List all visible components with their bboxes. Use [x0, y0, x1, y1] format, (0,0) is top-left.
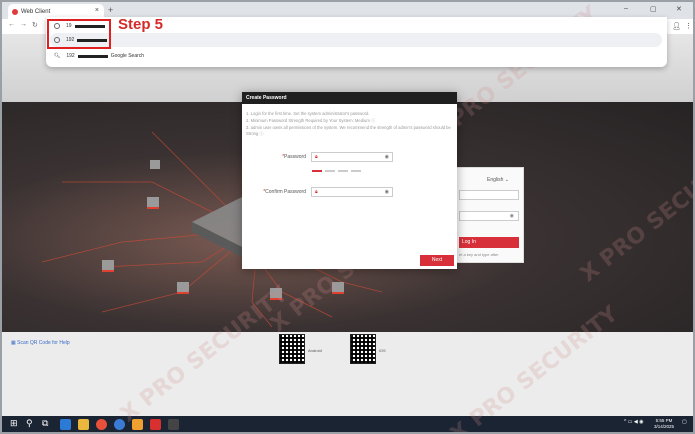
show-password-icon[interactable]: ◉	[385, 154, 389, 160]
language-select[interactable]: English ⌄	[487, 177, 509, 183]
reload-icon[interactable]: ↻	[32, 21, 38, 29]
forward-icon[interactable]: →	[20, 21, 27, 28]
menu-icon[interactable]: ⋮	[685, 22, 692, 30]
dialog-instruction-1: 1. Login for the first time. Set the sys…	[246, 111, 370, 116]
qr-code-android	[279, 334, 305, 364]
minimize-icon[interactable]: –	[624, 5, 628, 12]
login-password-field[interactable]: ◉	[459, 211, 519, 221]
create-password-dialog: Create Password 1. Login for the first t…	[242, 92, 457, 269]
qr-help-link[interactable]: ▦ Scan QR Code for Help	[11, 340, 70, 346]
confirm-password-label: *Confirm Password	[263, 189, 306, 195]
windows-start-icon[interactable]: ⊞	[10, 418, 18, 429]
site-favicon-icon	[12, 8, 18, 15]
back-icon[interactable]: ←	[8, 21, 15, 28]
qr-code-ios	[350, 334, 376, 364]
show-password-icon[interactable]: ◉	[510, 213, 514, 219]
lock-icon: 🔒︎	[315, 154, 318, 160]
highlight-box	[47, 19, 111, 49]
taskbar: ⊞ ⚲ ⧉ ^ ▭ ◀ ◉ 5:55 PM 3/14/2025 ▢	[2, 416, 693, 432]
profile-icon[interactable]: 👤︎	[672, 22, 681, 30]
address-input[interactable]	[50, 33, 662, 47]
strength-bar-4	[351, 170, 361, 172]
edge-icon[interactable]	[60, 419, 71, 430]
dialog-instruction-2: 2. Minimum Password Strength Required by…	[246, 118, 376, 123]
username-field[interactable]	[459, 190, 519, 200]
notification-icon[interactable]: ▢	[682, 419, 687, 425]
task-view-icon[interactable]: ⧉	[42, 418, 48, 429]
password-input[interactable]: 🔒︎ ◉	[311, 152, 393, 162]
strength-bar-1	[312, 170, 322, 172]
qr-android-label: Android	[308, 348, 322, 353]
password-label: *Password	[282, 154, 306, 160]
tray-icons[interactable]: ^ ▭ ◀ ◉	[624, 419, 643, 425]
chrome-icon[interactable]	[96, 419, 107, 430]
clock[interactable]: 5:55 PM 3/14/2025	[654, 418, 674, 430]
search-icon: 🔍︎	[54, 53, 61, 59]
confirm-password-input[interactable]: 🔒︎ ◉	[311, 187, 393, 197]
dialog-instruction-3: 3. admin user owns all permissions of th…	[246, 125, 451, 136]
screen: Web Client × + – ▢ ✕ ← → ↻ English ⌄ ◉ L…	[0, 0, 695, 434]
tab-title: Web Client	[21, 8, 51, 15]
suggestion-item[interactable]: 🔍︎ 192 Google Search	[54, 53, 144, 59]
app-icon[interactable]	[114, 419, 125, 430]
tab-close-icon[interactable]: ×	[95, 7, 99, 14]
search-icon[interactable]: ⚲	[26, 418, 33, 429]
lock-icon: 🔒︎	[315, 189, 318, 195]
file-explorer-icon[interactable]	[78, 419, 89, 430]
strength-bar-3	[338, 170, 348, 172]
strength-bar-2	[325, 170, 335, 172]
qr-ios-label: iOS	[379, 348, 386, 353]
login-button[interactable]: Log In	[459, 237, 519, 248]
app-icon[interactable]	[168, 419, 179, 430]
next-button[interactable]: Next	[420, 255, 454, 266]
maximize-icon[interactable]: ▢	[650, 5, 657, 13]
new-tab-icon[interactable]: +	[108, 5, 113, 15]
step-label: Step 5	[118, 16, 164, 33]
show-password-icon[interactable]: ◉	[385, 189, 389, 195]
login-note: et a key and type after	[459, 252, 499, 257]
app-icon[interactable]	[150, 419, 161, 430]
dialog-title: Create Password	[242, 92, 457, 104]
close-window-icon[interactable]: ✕	[676, 5, 682, 13]
